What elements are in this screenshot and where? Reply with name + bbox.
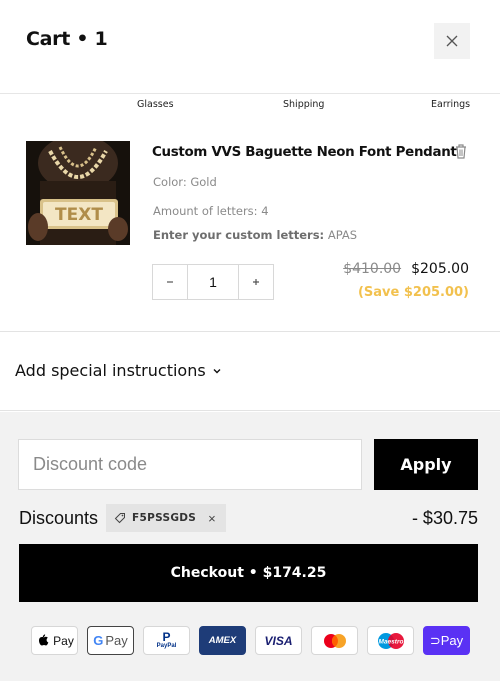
amex-label: AMEX [208,635,237,646]
discount-code: F5PSSGDS [132,512,197,524]
maestro-label: Maestro [378,638,403,645]
visa-icon: VISA [255,626,302,655]
cart-title: Cart • 1 [26,28,108,50]
product-title[interactable]: Custom VVS Baguette Neon Font Pendant [152,145,457,160]
discounts-label: Discounts [19,508,99,528]
discount-code-input[interactable] [18,439,362,490]
close-icon [446,35,458,47]
apply-discount-button[interactable]: Apply [374,439,478,490]
pendant-text: TEXT [55,205,103,225]
pendant-image: TEXT [26,141,130,245]
cart-header: Cart • 1 [0,0,500,94]
quantity-increase-button[interactable] [238,265,273,299]
maestro-icon: Maestro [367,626,414,655]
plus-icon [253,279,259,285]
quantity-stepper [152,264,274,300]
category-strip: Glasses Shipping Earrings [0,95,500,117]
original-price: $410.00 [343,261,402,277]
google-pay-label: Pay [105,633,128,648]
sale-price: $205.00 [411,261,469,277]
category-earrings[interactable]: Earrings [431,99,470,110]
discount-amount: - $30.75 [411,508,478,528]
close-button[interactable] [434,23,470,59]
remove-discount-icon[interactable]: × [208,511,216,526]
checkout-button[interactable]: Checkout • $174.25 [19,544,478,602]
product-letter-count: Amount of letters: 4 [153,204,269,218]
discount-chip: F5PSSGDS × [106,504,226,532]
payment-methods: Pay G Pay P PayPal AMEX VISA Maestro ⊃ P… [31,626,470,655]
google-pay-icon: G Pay [87,626,134,655]
cart-item: TEXT Custom VVS Baguette Neon Font Penda… [0,117,500,332]
savings-label: (Save $205.00) [357,285,469,300]
chevron-down-icon[interactable] [211,365,223,377]
category-glasses[interactable]: Glasses [137,99,174,110]
opay-label: Pay [440,633,464,648]
special-instructions-label[interactable]: Add special instructions [15,361,206,380]
paypal-label: PayPal [156,643,177,649]
visa-label: VISA [264,633,293,648]
price-block: $410.00 $205.00 (Save $205.00) [343,261,469,300]
trash-icon[interactable] [452,142,470,160]
quantity-decrease-button[interactable] [153,265,188,299]
custom-letters-key: Enter your custom letters: [153,228,325,242]
apple-pay-label: Pay [53,633,74,648]
cart-footer: Apply Discounts F5PSSGDS × - $30.75 Chec… [0,412,500,681]
product-color: Color: Gold [153,175,217,189]
special-instructions[interactable]: Add special instructions [0,332,500,411]
minus-icon [167,281,173,283]
opay-icon: ⊃ Pay [423,626,470,655]
paypal-icon: P PayPal [143,626,190,655]
amex-icon: AMEX [199,626,246,655]
custom-letters-value: APAS [327,228,358,242]
product-custom-letters: Enter your custom letters: APAS [153,228,357,242]
product-image[interactable]: TEXT [26,141,130,245]
tag-icon [114,513,125,524]
mastercard-icon [311,626,358,655]
quantity-input[interactable] [188,265,238,299]
apple-pay-icon: Pay [31,626,78,655]
category-shipping[interactable]: Shipping [283,99,324,110]
